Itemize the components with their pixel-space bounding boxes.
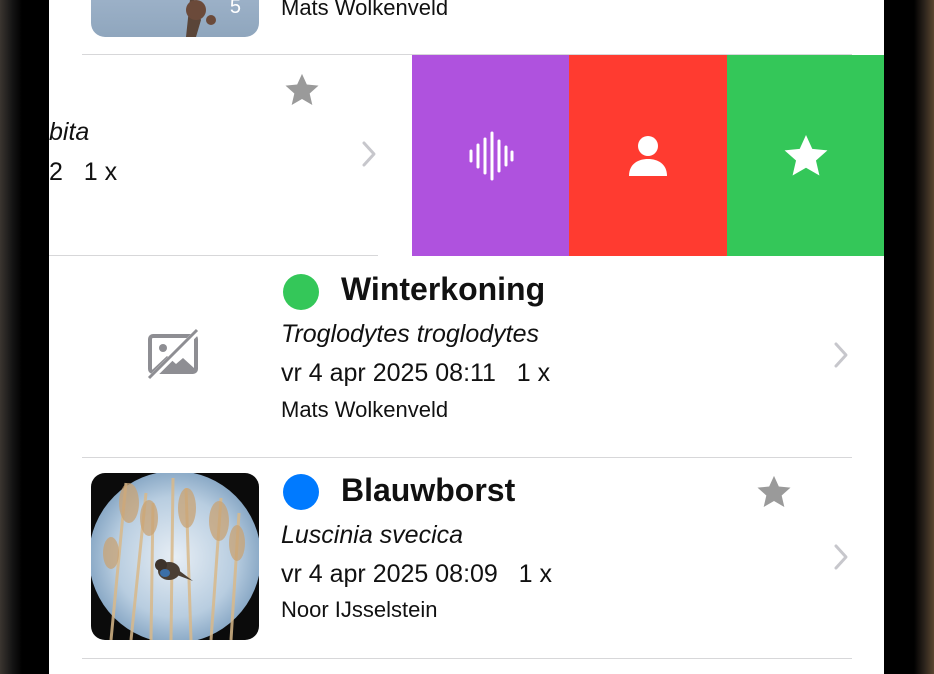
status-dot-blue bbox=[283, 474, 319, 510]
row-separator bbox=[82, 457, 852, 458]
bird-photo bbox=[91, 473, 259, 640]
observation-thumbnail bbox=[91, 473, 259, 640]
row-separator bbox=[49, 255, 378, 256]
species-latin-name: bita bbox=[49, 118, 90, 146]
favorite-action-button[interactable] bbox=[727, 55, 884, 256]
row-separator bbox=[82, 658, 852, 659]
species-latin-name: Troglodytes troglodytes bbox=[281, 320, 539, 348]
star-icon[interactable] bbox=[281, 70, 323, 110]
chevron-right-icon bbox=[834, 544, 848, 570]
species-name: Blauwborst bbox=[341, 472, 516, 508]
sound-action-button[interactable] bbox=[412, 55, 569, 256]
observer-name: Mats Wolkenveld bbox=[281, 0, 449, 20]
photo-count-badge: 5 bbox=[229, 0, 241, 18]
species-latin-name: Luscinia svecica bbox=[281, 521, 464, 549]
person-action-button[interactable] bbox=[569, 55, 727, 256]
chevron-right-icon bbox=[362, 141, 376, 167]
waveform-icon bbox=[469, 131, 513, 180]
observation-date-count: vr 4 apr 2025 08:09 1 x bbox=[281, 560, 553, 588]
device-bezel-right bbox=[884, 0, 934, 674]
no-image-icon bbox=[147, 328, 200, 382]
observation-list: 5 Mats Wolkenveld bita 2 1 x Winterkonin… bbox=[49, 0, 884, 674]
person-icon bbox=[629, 135, 667, 176]
observer-name: Noor IJsselstein bbox=[281, 597, 438, 622]
star-icon bbox=[784, 134, 827, 175]
device-bezel-left bbox=[0, 0, 49, 674]
star-icon[interactable] bbox=[753, 472, 795, 512]
species-name: Winterkoning bbox=[341, 271, 546, 307]
chevron-right-icon bbox=[834, 342, 848, 368]
observation-date-count: vr 4 apr 2025 08:11 1 x bbox=[281, 359, 551, 387]
observation-thumbnail: 5 bbox=[91, 0, 259, 37]
observation-date-count: 2 1 x bbox=[49, 158, 118, 186]
status-dot-green bbox=[283, 274, 319, 310]
observer-name: Mats Wolkenveld bbox=[281, 397, 449, 422]
